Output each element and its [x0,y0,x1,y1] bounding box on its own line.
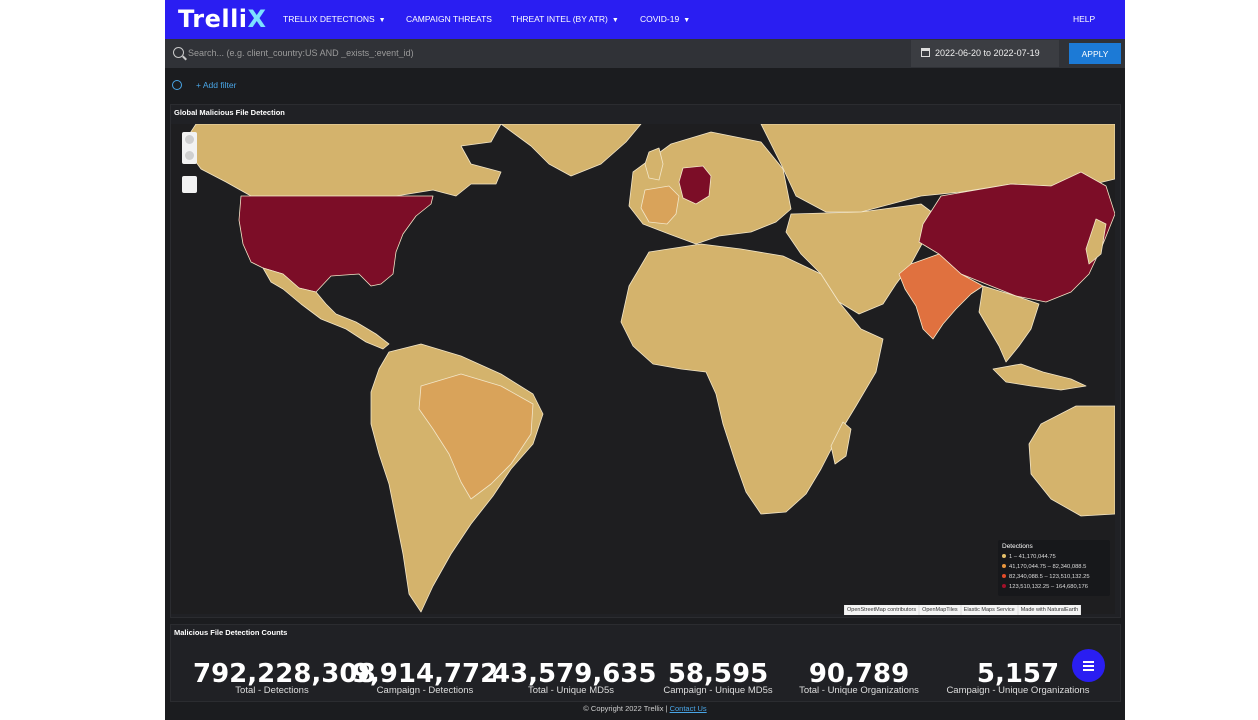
nav-label: COVID-19 [640,14,680,24]
calendar-icon [921,48,930,57]
search-input[interactable] [188,45,888,61]
legend-entry: 82,340,088.5 – 123,510,132.25 [1002,574,1090,580]
attribution-openmaptiles[interactable]: OpenMapTiles [920,605,960,615]
legend-swatch [1002,584,1006,589]
legend-label: 82,340,088.5 – 123,510,132.25 [1009,574,1090,580]
zoom-in-icon[interactable] [185,135,194,144]
attribution-osm[interactable]: OpenStreetMap contributors [845,605,919,615]
filter-options-icon[interactable] [172,80,182,90]
add-filter-link[interactable]: + Add filter [196,80,236,90]
attribution-ems[interactable]: Elastic Maps Service [961,605,1017,615]
legend-title: Detections [1002,543,1033,550]
dashboard-app: TrelliX TRELLIX DETECTIONS ▼ CAMPAIGN THR… [165,0,1125,720]
metric-value: 58,595 [667,659,769,689]
logo-accent: X [247,5,267,33]
nav-covid-19[interactable]: COVID-19 ▼ [640,14,690,24]
legend-entry: 123,510,132.25 – 164,680,176 [1002,584,1088,590]
contact-us-link[interactable]: Contact Us [670,704,707,713]
logo-text: Trelli [178,5,248,33]
top-nav: TrelliX TRELLIX DETECTIONS ▼ CAMPAIGN THR… [165,0,1125,39]
nav-threat-intel[interactable]: THREAT INTEL (BY ATR) ▼ [511,14,619,24]
draw-tool-icon[interactable] [182,176,197,193]
zoom-controls [182,132,197,164]
legend-swatch [1002,574,1006,579]
search-icon [173,47,184,58]
date-range-text: 2022-06-20 to 2022-07-19 [935,48,1040,58]
legend-label: 123,510,132.25 – 164,680,176 [1009,584,1088,590]
metric-value: 90,789 [808,659,910,689]
nav-trellix-detections[interactable]: TRELLIX DETECTIONS ▼ [283,14,386,24]
date-picker[interactable]: 2022-06-20 to 2022-07-19 [911,40,1059,67]
legend-entry: 1 – 41,170,044.75 [1002,554,1056,560]
nav-help[interactable]: HELP [1073,14,1095,24]
nav-label: THREAT INTEL (BY ATR) [511,14,608,24]
chevron-down-icon: ▼ [683,17,691,24]
world-choropleth-map[interactable] [171,124,1115,614]
legend-entry: 41,170,044.75 – 82,340,088.5 [1002,564,1086,570]
footer: © Copyright 2022 Trellix | Contact Us [165,704,1125,713]
chevron-down-icon: ▼ [611,17,619,24]
menu-icon [1083,669,1094,671]
nav-label: CAMPAIGN THREATS [406,14,492,24]
metric-total-detections: 792,228,308 Total - Detections [193,659,376,696]
counts-panel-title: Malicious File Detection Counts [174,628,288,637]
metric-label: Campaign - Unique MD5s [663,685,773,696]
metric-campaign-detections: 9,914,772 Campaign - Detections [346,660,504,696]
metric-total-unique-orgs: 90,789 Total - Unique Organizations [780,660,938,696]
nav-label: TRELLIX DETECTIONS [283,14,375,24]
metric-campaign-unique-md5s: 58,595 Campaign - Unique MD5s [639,660,797,696]
attribution-naturalearth[interactable]: Made with NaturalEarth [1018,605,1081,615]
map-legend: Detections 1 – 41,170,044.75 41,170,044.… [998,540,1110,596]
menu-icon [1083,661,1094,663]
metric-label: Total - Unique Organizations [799,685,919,696]
copyright-text: © Copyright 2022 Trellix | [583,704,668,713]
metric-value: 43,579,635 [492,659,657,689]
chevron-down-icon: ▼ [378,17,386,24]
legend-swatch [1002,564,1006,569]
map-attribution: OpenStreetMap contributors OpenMapTiles … [844,605,1082,615]
metric-value: 792,228,308 [193,659,376,689]
zoom-out-icon[interactable] [185,151,194,160]
nav-campaign-threats[interactable]: CAMPAIGN THREATS [406,14,492,24]
legend-label: 41,170,044.75 – 82,340,088.5 [1009,564,1087,570]
legend-swatch [1002,554,1006,559]
menu-fab-button[interactable] [1072,649,1105,682]
trellix-logo[interactable]: TrelliX [178,5,267,33]
metric-value: 9,914,772 [351,659,499,689]
metric-label: Campaign - Unique Organizations [946,685,1090,696]
apply-button[interactable]: APPLY [1069,43,1121,64]
legend-label: 1 – 41,170,044.75 [1009,554,1056,560]
menu-icon [1083,665,1094,667]
map-panel-title: Global Malicious File Detection [174,108,285,117]
metric-total-unique-md5s: 43,579,635 Total - Unique MD5s [492,659,657,696]
